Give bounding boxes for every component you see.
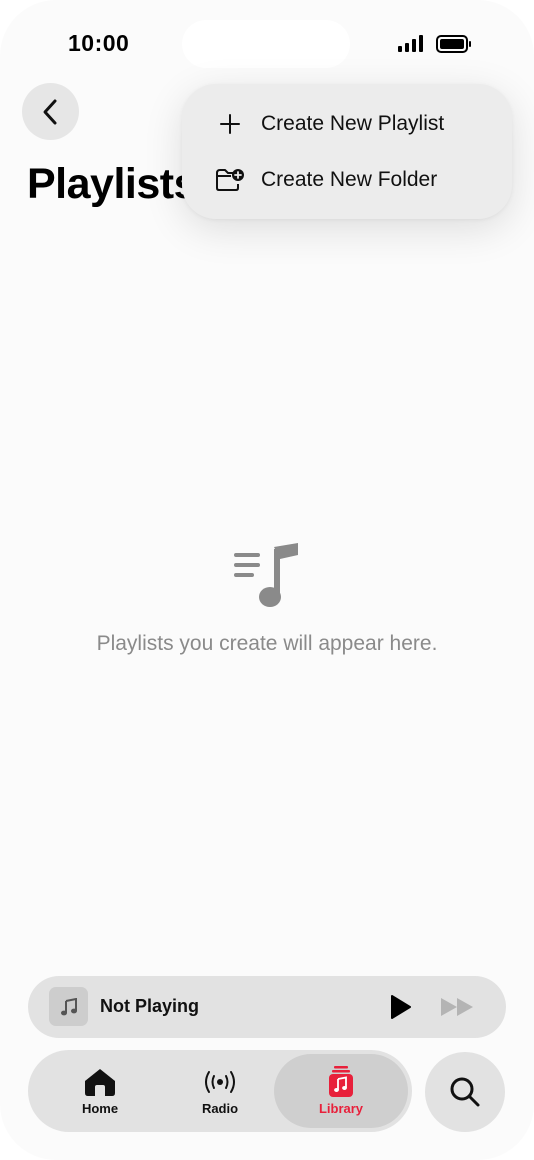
chevron-left-icon: [43, 99, 56, 124]
add-menu: Create New Playlist Create New Folder: [182, 84, 512, 219]
tab-library[interactable]: Library: [274, 1054, 408, 1128]
menu-item-create-playlist[interactable]: Create New Playlist: [182, 96, 512, 152]
status-time: 10:00: [68, 30, 130, 56]
library-icon: [321, 1066, 361, 1098]
fast-forward-icon[interactable]: [439, 996, 477, 1018]
menu-item-label: Create New Folder: [261, 168, 438, 191]
playlist-music-icon: [234, 543, 298, 607]
tab-home[interactable]: Home: [40, 1054, 160, 1128]
play-icon[interactable]: [388, 994, 412, 1020]
empty-state-message: Playlists you create will appear here.: [96, 632, 438, 655]
tab-bar: Home Radio Library: [28, 1050, 412, 1132]
radio-icon: [200, 1066, 240, 1098]
menu-item-create-folder[interactable]: Create New Folder: [182, 152, 512, 208]
tab-label: Radio: [201, 1101, 239, 1116]
tab-label: Library: [318, 1101, 364, 1116]
now-playing-title: Not Playing: [100, 996, 200, 1016]
music-note-icon: [60, 997, 77, 1015]
folder-add-icon: [214, 164, 246, 196]
back-button[interactable]: [22, 83, 79, 140]
mini-player[interactable]: Not Playing: [28, 976, 506, 1038]
page-title: Playlists: [27, 160, 198, 208]
search-icon: [450, 1077, 480, 1107]
phone-screen: 10:00 Playlists Create New Playlist Crea…: [0, 0, 534, 1160]
search-button[interactable]: [425, 1052, 505, 1132]
menu-item-label: Create New Playlist: [261, 112, 445, 135]
tab-label: Home: [81, 1101, 119, 1116]
signal-icon: [398, 34, 426, 52]
home-icon: [80, 1066, 120, 1098]
dynamic-island: [182, 20, 350, 68]
artwork-placeholder: [49, 987, 88, 1026]
plus-icon: [214, 108, 246, 140]
tab-radio[interactable]: Radio: [160, 1054, 280, 1128]
battery-icon: [436, 35, 471, 53]
